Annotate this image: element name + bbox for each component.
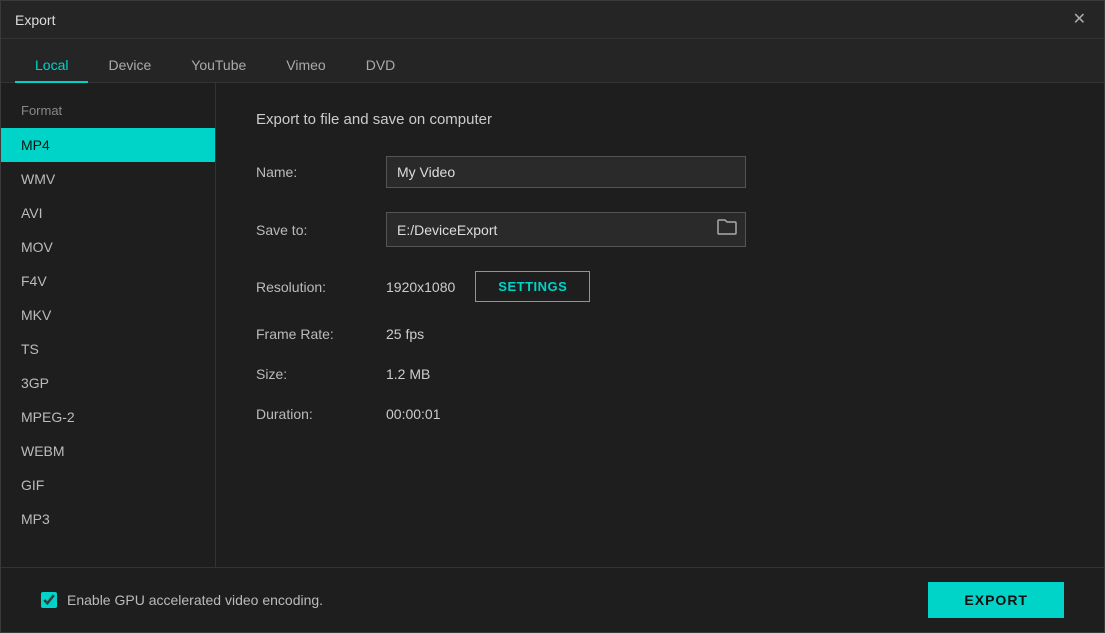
sidebar-item-mkv[interactable]: MKV [1,298,215,332]
sidebar-item-mp4[interactable]: MP4 [1,128,215,162]
sidebar-item-wmv[interactable]: WMV [1,162,215,196]
duration-value: 00:00:01 [386,406,441,422]
gpu-option: Enable GPU accelerated video encoding. [41,592,323,608]
resolution-label: Resolution: [256,279,386,295]
name-row: Name: [256,156,1064,188]
tab-youtube[interactable]: YouTube [171,49,266,83]
export-window: Export ✕ Local Device YouTube Vimeo DVD … [0,0,1105,633]
tab-local[interactable]: Local [15,49,88,83]
close-button[interactable]: ✕ [1069,10,1090,30]
sidebar-item-mpeg2[interactable]: MPEG-2 [1,400,215,434]
sidebar-item-3gp[interactable]: 3GP [1,366,215,400]
export-button[interactable]: EXPORT [928,582,1064,618]
sidebar-item-ts[interactable]: TS [1,332,215,366]
sidebar: Format MP4 WMV AVI MOV F4V MKV TS 3GP MP… [1,83,216,567]
gpu-checkbox[interactable] [41,592,57,608]
sidebar-item-f4v[interactable]: F4V [1,264,215,298]
duration-row: Duration: 00:00:01 [256,406,1064,422]
section-title: Export to file and save on computer [256,111,1064,128]
settings-button[interactable]: SETTINGS [475,271,590,302]
sidebar-item-mp3[interactable]: MP3 [1,502,215,536]
tab-dvd[interactable]: DVD [346,49,416,83]
tab-device[interactable]: Device [88,49,171,83]
title-bar: Export ✕ [1,1,1104,39]
size-label: Size: [256,366,386,382]
folder-input-wrap [386,212,746,247]
main-panel: Export to file and save on computer Name… [216,83,1104,567]
folder-icon [717,218,737,236]
name-input[interactable] [386,156,746,188]
bottom-bar: Enable GPU accelerated video encoding. E… [1,567,1104,632]
frame-rate-label: Frame Rate: [256,326,386,342]
size-value: 1.2 MB [386,366,430,382]
gpu-label[interactable]: Enable GPU accelerated video encoding. [67,592,323,608]
window-title: Export [15,12,55,28]
sidebar-item-webm[interactable]: WEBM [1,434,215,468]
sidebar-item-avi[interactable]: AVI [1,196,215,230]
browse-folder-button[interactable] [709,213,745,246]
size-row: Size: 1.2 MB [256,366,1064,382]
content-area: Format MP4 WMV AVI MOV F4V MKV TS 3GP MP… [1,83,1104,567]
resolution-value: 1920x1080 [386,279,455,295]
tab-bar: Local Device YouTube Vimeo DVD [1,39,1104,83]
save-to-row: Save to: [256,212,1064,247]
save-to-input[interactable] [387,215,709,245]
sidebar-section-label: Format [1,103,215,128]
sidebar-item-mov[interactable]: MOV [1,230,215,264]
tab-vimeo[interactable]: Vimeo [266,49,345,83]
resolution-row: Resolution: 1920x1080 SETTINGS [256,271,1064,302]
resolution-controls: 1920x1080 SETTINGS [386,271,590,302]
frame-rate-row: Frame Rate: 25 fps [256,326,1064,342]
duration-label: Duration: [256,406,386,422]
save-to-label: Save to: [256,222,386,238]
name-label: Name: [256,164,386,180]
sidebar-item-gif[interactable]: GIF [1,468,215,502]
frame-rate-value: 25 fps [386,326,424,342]
